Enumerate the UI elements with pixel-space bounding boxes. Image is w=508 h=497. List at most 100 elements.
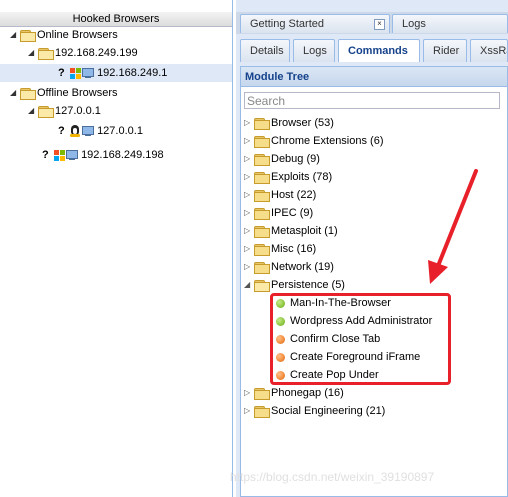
category-label: Network (19) (271, 261, 334, 273)
tab-details[interactable]: Details (240, 39, 290, 62)
hooked-browsers-title: Hooked Browsers (0, 12, 232, 27)
online-browsers-label: Online Browsers (37, 29, 118, 41)
expand-triangle-icon[interactable]: ◢ (28, 44, 38, 62)
host-label: 127.0.0.1 (55, 105, 101, 117)
folder-open-icon (254, 279, 270, 292)
offline-browsers-label: Offline Browsers (37, 87, 118, 99)
tab-xssrays[interactable]: XssRa (470, 39, 508, 62)
category-host[interactable]: ▷ Host (22) (244, 186, 316, 204)
collapsed-triangle-icon[interactable]: ▷ (244, 384, 254, 402)
collapsed-triangle-icon[interactable]: ▷ (244, 114, 254, 132)
collapsed-triangle-icon[interactable]: ▷ (244, 150, 254, 168)
expand-triangle-icon[interactable]: ◢ (10, 84, 20, 102)
category-misc[interactable]: ▷ Misc (16) (244, 240, 316, 258)
category-label: Social Engineering (21) (271, 405, 386, 417)
category-label: Persistence (5) (271, 279, 345, 291)
tab-label: Commands (348, 45, 408, 57)
category-network[interactable]: ▷ Network (19) (244, 258, 334, 276)
tree-node-host-192-168-249-199[interactable]: ◢ 192.168.249.199 (28, 44, 138, 62)
collapsed-triangle-icon[interactable]: ▷ (244, 186, 254, 204)
search-input[interactable] (244, 92, 500, 109)
collapsed-triangle-icon[interactable]: ▷ (244, 168, 254, 186)
category-persistence[interactable]: ◢ Persistence (5) (244, 276, 345, 294)
monitor-icon (66, 150, 79, 161)
tab-label: Getting Started (250, 18, 324, 30)
windows-logo-icon (54, 149, 66, 161)
category-social-engineering[interactable]: ▷ Social Engineering (21) (244, 402, 385, 420)
collapsed-triangle-icon[interactable]: ▷ (244, 132, 254, 150)
category-label: Metasploit (1) (271, 225, 338, 237)
collapsed-triangle-icon[interactable]: ▷ (244, 240, 254, 258)
category-metasploit[interactable]: ▷ Metasploit (1) (244, 222, 338, 240)
folder-icon (254, 387, 270, 400)
tab-label: Logs (402, 18, 426, 30)
tab-label: Details (250, 45, 284, 57)
browser-ip-label: 127.0.0.1 (97, 125, 143, 137)
tab-label: Rider (433, 45, 460, 57)
collapsed-triangle-icon[interactable]: ▷ (244, 258, 254, 276)
tab-commands[interactable]: Commands (338, 39, 420, 62)
hooked-browser-127-0-0-1[interactable]: ? 127.0.0.1 (58, 122, 143, 140)
tab-logs[interactable]: Logs (392, 14, 508, 33)
tab-label: XssRa (480, 45, 507, 57)
tab-getting-started[interactable]: Getting Started × (240, 14, 390, 33)
folder-open-icon (20, 87, 36, 100)
hooked-browser-192-168-249-1[interactable]: ? 192.168.249.1 (0, 64, 232, 82)
folder-icon (254, 261, 270, 274)
folder-icon (254, 243, 270, 256)
collapsed-triangle-icon[interactable]: ▷ (244, 204, 254, 222)
category-ipec[interactable]: ▷ IPEC (9) (244, 204, 313, 222)
tree-node-offline-browsers[interactable]: ◢ Offline Browsers (10, 84, 118, 102)
annotation-arrow-icon (428, 169, 478, 284)
monitor-icon (82, 68, 95, 79)
sub-tab-bar: Details Logs Commands Rider XssRa (236, 36, 508, 62)
category-label: Misc (16) (271, 243, 317, 255)
category-label: Chrome Extensions (6) (271, 135, 384, 147)
folder-icon (254, 117, 270, 130)
category-label: Exploits (78) (271, 171, 333, 183)
browser-ip-label: 192.168.249.1 (97, 67, 168, 79)
watermark-text: https://blog.csdn.net/weixin_39190897 (230, 470, 435, 484)
folder-icon (254, 207, 270, 220)
folder-icon (254, 135, 270, 148)
top-tab-bar: Getting Started × Logs (236, 12, 508, 34)
category-label: Host (22) (271, 189, 317, 201)
expanded-triangle-icon[interactable]: ◢ (244, 276, 254, 294)
folder-icon (254, 405, 270, 418)
folder-icon (254, 225, 270, 238)
browser-unknown-icon: ? (58, 67, 65, 79)
category-label: IPEC (9) (271, 207, 314, 219)
annotation-highlight-box (270, 293, 451, 385)
folder-icon (254, 153, 270, 166)
hooked-browser-192-168-249-198[interactable]: ? 192.168.249.198 (42, 146, 164, 164)
folder-open-icon (38, 47, 54, 60)
tab-rider[interactable]: Rider (423, 39, 467, 62)
close-icon[interactable]: × (374, 19, 385, 30)
category-browser[interactable]: ▷ Browser (53) (244, 114, 334, 132)
category-debug[interactable]: ▷ Debug (9) (244, 150, 320, 168)
category-label: Phonegap (16) (271, 387, 344, 399)
host-label: 192.168.249.199 (55, 47, 138, 59)
tree-node-host-127-0-0-1[interactable]: ◢ 127.0.0.1 (28, 102, 101, 120)
tree-node-online-browsers[interactable]: ◢ Online Browsers (10, 26, 118, 44)
tab-label: Logs (303, 45, 327, 57)
collapsed-triangle-icon[interactable]: ▷ (244, 222, 254, 240)
category-exploits[interactable]: ▷ Exploits (78) (244, 168, 332, 186)
folder-open-icon (20, 29, 36, 42)
category-label: Debug (9) (271, 153, 320, 165)
folder-icon (254, 171, 270, 184)
folder-open-icon (38, 105, 54, 118)
browser-unknown-icon: ? (42, 149, 49, 161)
category-chrome-extensions[interactable]: ▷ Chrome Extensions (6) (244, 132, 384, 150)
hooked-browsers-panel: Hooked Browsers ◢ Online Browsers ◢ 192.16… (0, 0, 233, 497)
browser-ip-label: 192.168.249.198 (81, 149, 164, 161)
category-label: Browser (53) (271, 117, 334, 129)
module-tree-title: Module Tree (241, 67, 507, 87)
category-phonegap[interactable]: ▷ Phonegap (16) (244, 384, 344, 402)
monitor-icon (82, 126, 95, 137)
collapsed-triangle-icon[interactable]: ▷ (244, 402, 254, 420)
tab-logs[interactable]: Logs (293, 39, 335, 62)
expand-triangle-icon[interactable]: ◢ (10, 26, 20, 44)
expand-triangle-icon[interactable]: ◢ (28, 102, 38, 120)
linux-tux-icon (70, 125, 81, 138)
